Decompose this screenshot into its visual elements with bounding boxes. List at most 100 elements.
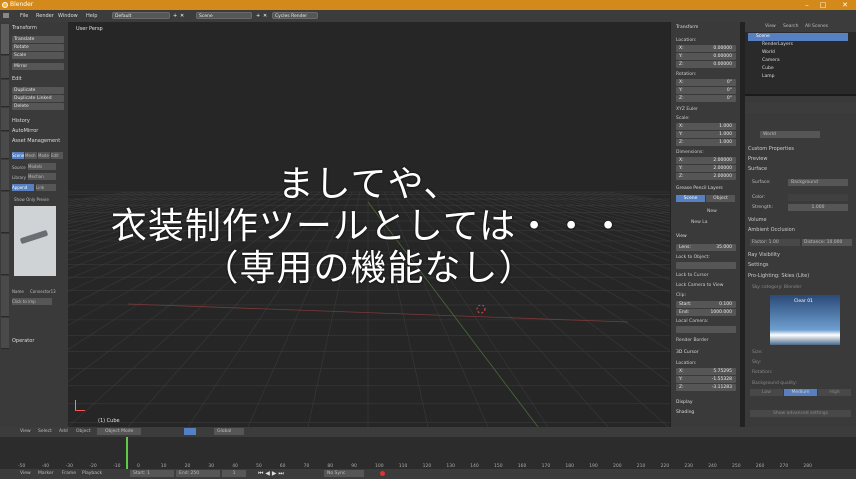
sky-category-selector[interactable]: Sky category: Blender xyxy=(752,285,801,290)
remove-layout-icon[interactable]: ✕ xyxy=(180,13,184,19)
remove-scene-icon[interactable]: ✕ xyxy=(263,13,267,19)
quality-medium-button[interactable]: Medium xyxy=(784,389,817,396)
source-selector[interactable]: Models xyxy=(28,163,56,170)
location-y-field[interactable]: Y: 0.00000 xyxy=(676,53,736,60)
timeline-view-menu[interactable]: View xyxy=(20,471,31,476)
mode-edit-button[interactable]: Edit xyxy=(51,152,63,159)
lock-to-cursor-checkbox[interactable]: Lock to Cursor xyxy=(676,273,708,278)
transform-head[interactable]: Transform xyxy=(676,25,698,30)
timeline-marker-menu[interactable]: Marker xyxy=(38,471,54,476)
settings-head[interactable]: Settings xyxy=(748,262,853,269)
surface-selector[interactable]: Background xyxy=(788,179,848,186)
tab-physics[interactable] xyxy=(1,132,9,159)
mode-mesh-button[interactable]: Mesh xyxy=(25,152,37,159)
end-frame-field[interactable]: End: 250 xyxy=(176,470,220,477)
close-icon[interactable]: ✕ xyxy=(838,0,852,10)
scale-y-field[interactable]: Y: 1.000 xyxy=(676,131,736,138)
rotation-y-field[interactable]: Y: 0° xyxy=(676,87,736,94)
delete-button[interactable]: Delete xyxy=(12,103,64,110)
tab-misc[interactable] xyxy=(1,276,9,317)
outliner-search-menu[interactable]: Search xyxy=(783,24,798,29)
render-border-checkbox[interactable]: Render Border xyxy=(676,338,709,343)
current-frame-field[interactable]: 1 xyxy=(222,470,246,477)
prolighting-head[interactable]: Pro-Lighting: Skies (Lite) xyxy=(748,273,853,280)
header-view-menu[interactable]: View xyxy=(20,429,31,434)
lock-camera-checkbox[interactable]: Lock Camera to View xyxy=(676,283,723,288)
current-frame-marker[interactable] xyxy=(126,437,128,469)
scene-selector[interactable]: Scene xyxy=(196,12,252,19)
gp-object-button[interactable]: Object xyxy=(706,195,735,202)
rotation-mode-selector[interactable]: XYZ Euler xyxy=(676,107,698,112)
tab-grease-pencil[interactable] xyxy=(1,160,9,191)
operator-panel-head[interactable]: Operator xyxy=(12,338,66,345)
render-engine-selector[interactable]: Cycles Render xyxy=(272,12,318,19)
tab-asset-management[interactable] xyxy=(1,192,9,233)
rotation-z-field[interactable]: Z: 0° xyxy=(676,95,736,102)
clip-start-field[interactable]: Start: 0.100 xyxy=(676,301,736,308)
outliner-row-camera[interactable]: Camera xyxy=(748,57,780,65)
rotation-x-field[interactable]: X: 0° xyxy=(676,79,736,86)
maximize-icon[interactable]: □ xyxy=(816,0,830,10)
sync-mode-selector[interactable]: No Sync xyxy=(324,470,364,477)
add-scene-icon[interactable]: + xyxy=(256,13,260,19)
mode-mode-button[interactable]: Mode xyxy=(38,152,50,159)
duplicate-button[interactable]: Duplicate xyxy=(12,87,64,94)
timeline-frame-menu[interactable]: Frame xyxy=(62,471,76,476)
tab-create[interactable] xyxy=(1,56,9,79)
outliner-display-mode[interactable]: All Scenes xyxy=(805,24,828,29)
layout-selector[interactable]: Default xyxy=(112,12,170,19)
grease-pencil-head[interactable]: Grease Pencil Layers xyxy=(676,186,723,191)
transform-orientation-selector[interactable]: Global xyxy=(214,428,244,435)
strength-field[interactable]: 1.000 xyxy=(788,204,848,211)
lens-field[interactable]: Lens: 35.000 xyxy=(676,244,736,251)
show-advanced-button[interactable]: Show advanced settings xyxy=(750,410,851,417)
gp-scene-button[interactable]: Scene xyxy=(676,195,705,202)
asset-management-head[interactable]: Asset Management xyxy=(12,138,66,145)
gp-new-layer-button[interactable]: New La xyxy=(691,220,708,225)
custom-properties-head[interactable]: Custom Properties xyxy=(748,146,853,153)
header-select-menu[interactable]: Select xyxy=(38,429,52,434)
menu-file[interactable]: File xyxy=(20,13,28,19)
manipulator-toggle-icon[interactable] xyxy=(184,428,196,435)
clip-end-field[interactable]: End: 1000.000 xyxy=(676,309,736,316)
tab-relations[interactable] xyxy=(1,80,9,107)
history-panel-head[interactable]: History xyxy=(12,118,66,125)
automirror-panel-head[interactable]: AutoMirror xyxy=(12,128,66,135)
library-selector[interactable]: Mechan xyxy=(28,173,56,180)
lock-object-field[interactable] xyxy=(676,262,736,269)
cursor-x-field[interactable]: X: 5.75295 xyxy=(676,368,736,375)
edit-panel-head[interactable]: Edit xyxy=(12,76,66,83)
show-only-preview-checkbox[interactable]: Show Only Previe xyxy=(14,197,49,202)
ao-factor-field[interactable]: Factor: 1.00 xyxy=(750,239,800,246)
quality-low-button[interactable]: Low xyxy=(750,389,783,396)
menu-window[interactable]: Window xyxy=(58,13,78,19)
start-frame-field[interactable]: Start: 1 xyxy=(130,470,174,477)
duplicate-linked-button[interactable]: Duplicate Linked xyxy=(12,95,64,102)
preview-head[interactable]: Preview xyxy=(748,156,853,163)
location-z-field[interactable]: Z: 0.00000 xyxy=(676,61,736,68)
quality-high-button[interactable]: High xyxy=(818,389,851,396)
outliner-row-renderlayers[interactable]: RenderLayers xyxy=(748,41,793,49)
scale-button[interactable]: Scale xyxy=(12,52,64,59)
tab-addons[interactable] xyxy=(1,234,9,275)
outliner-row-world[interactable]: World xyxy=(748,49,775,57)
add-layout-icon[interactable]: + xyxy=(173,13,177,19)
cursor-y-field[interactable]: Y: -1.55328 xyxy=(676,376,736,383)
shading-head[interactable]: Shading xyxy=(676,410,694,415)
playback-controls-icon[interactable]: ⏮ ◀ ▶ ⏭ xyxy=(258,470,284,478)
ambient-occlusion-head[interactable]: Ambient Occlusion xyxy=(748,227,853,234)
transform-panel-head[interactable]: Transform xyxy=(12,25,66,32)
link-button[interactable]: Link xyxy=(36,184,56,191)
gp-new-button[interactable]: New xyxy=(707,209,717,214)
click-to-import-button[interactable]: Click to imp xyxy=(12,298,52,305)
color-swatch[interactable] xyxy=(788,194,848,201)
3d-viewport[interactable]: User Persp (1) Cube ましてや、 衣装制作ツールとしては・・・… xyxy=(68,22,670,427)
scale-x-field[interactable]: X: 1.000 xyxy=(676,123,736,130)
append-button[interactable]: Append xyxy=(12,184,34,191)
rotate-button[interactable]: Rotate xyxy=(12,44,64,51)
translate-button[interactable]: Translate xyxy=(12,36,64,43)
dimension-x-field[interactable]: X: 2.00000 xyxy=(676,157,736,164)
display-head[interactable]: Display xyxy=(676,400,693,405)
timeline-playback-menu[interactable]: Playback xyxy=(82,471,102,476)
record-icon[interactable] xyxy=(380,471,385,476)
